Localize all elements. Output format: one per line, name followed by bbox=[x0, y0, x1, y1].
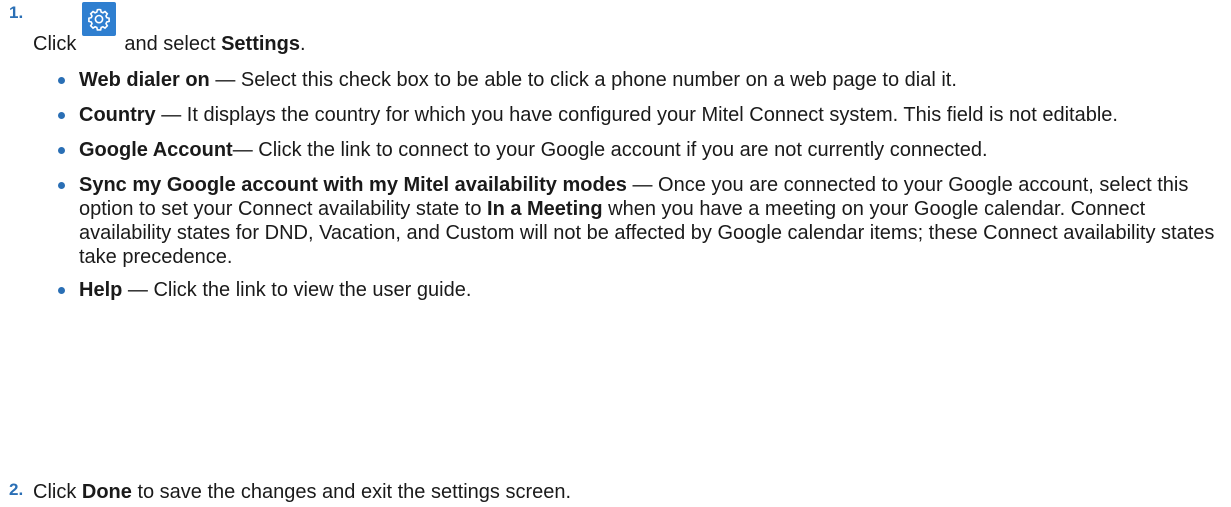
step-2-rest-text: to save the changes and exit the setting… bbox=[131, 481, 572, 503]
term-web-dialer: Web dialer on bbox=[79, 69, 210, 91]
step-2-instruction: Click Done to save the changes and exit … bbox=[33, 480, 571, 504]
desc-help: — Click the link to view the user guide. bbox=[122, 279, 472, 301]
step-1-mid-text: and select bbox=[124, 33, 216, 55]
settings-options-list: Web dialer on — Select this check box to… bbox=[58, 68, 1216, 314]
step-number-2: 2. bbox=[9, 480, 24, 499]
settings-label: Settings bbox=[221, 33, 300, 55]
in-a-meeting-label: In a Meeting bbox=[487, 198, 603, 220]
desc-web-dialer: — Select this check box to be able to cl… bbox=[209, 69, 957, 91]
list-item-help: Help — Click the link to view the user g… bbox=[58, 278, 1216, 302]
step-1-click-text: Click bbox=[33, 33, 77, 55]
step-number-1: 1. bbox=[9, 3, 24, 22]
step-2-click-text: Click bbox=[33, 481, 82, 503]
desc-google-account: — Click the link to connect to your Goog… bbox=[232, 139, 988, 161]
list-item-web-dialer: Web dialer on — Select this check box to… bbox=[58, 68, 1216, 92]
list-item-country: Country — It displays the country for wh… bbox=[58, 103, 1216, 127]
term-sync-google: Sync my Google account with my Mitel ava… bbox=[79, 174, 627, 196]
list-item-sync-google: Sync my Google account with my Mitel ava… bbox=[58, 173, 1216, 269]
list-item-google-account: Google Account— Click the link to connec… bbox=[58, 138, 1216, 162]
done-label: Done bbox=[81, 481, 132, 503]
term-help: Help bbox=[79, 279, 123, 301]
gear-icon bbox=[82, 2, 117, 36]
step-1-instruction: Click and select Settings. bbox=[33, 2, 306, 56]
term-country: Country bbox=[79, 104, 156, 126]
step-1-period: . bbox=[299, 33, 306, 55]
desc-country: — It displays the country for which you … bbox=[155, 104, 1118, 126]
term-google-account: Google Account bbox=[79, 139, 233, 161]
